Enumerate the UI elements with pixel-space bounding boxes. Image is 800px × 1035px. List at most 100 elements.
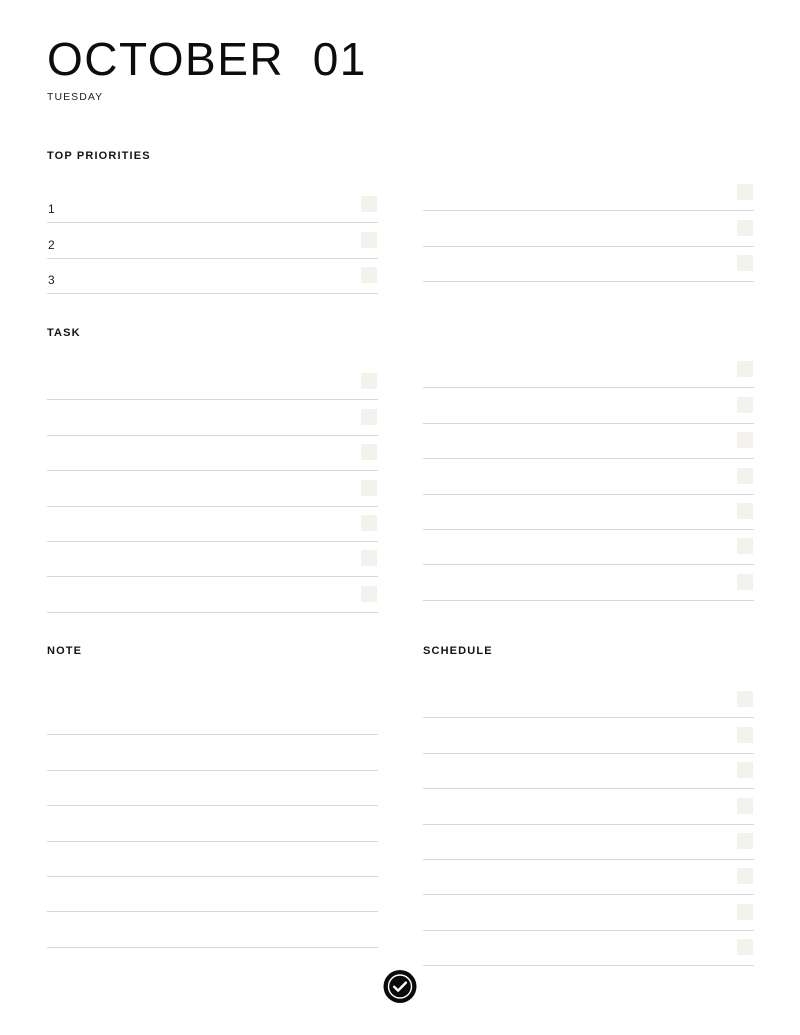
checkbox-icon[interactable] bbox=[737, 691, 753, 708]
task-row[interactable] bbox=[47, 400, 378, 436]
note-row-input[interactable] bbox=[49, 700, 376, 734]
task-row[interactable] bbox=[47, 542, 378, 578]
schedule-row-input[interactable] bbox=[437, 931, 714, 965]
note-row-input[interactable] bbox=[49, 806, 376, 840]
priority-row-input[interactable] bbox=[61, 259, 338, 293]
priority-row-input[interactable] bbox=[437, 176, 714, 210]
checkbox-icon[interactable] bbox=[361, 585, 377, 602]
checkbox-icon[interactable] bbox=[737, 903, 753, 920]
task-row[interactable] bbox=[423, 530, 754, 566]
task-row-input[interactable] bbox=[437, 388, 714, 422]
schedule-row[interactable] bbox=[423, 754, 754, 790]
checkbox-icon[interactable] bbox=[737, 467, 753, 484]
schedule-row-input[interactable] bbox=[437, 895, 714, 929]
task-row[interactable] bbox=[423, 353, 754, 389]
checkbox-icon[interactable] bbox=[737, 396, 753, 413]
schedule-row[interactable] bbox=[423, 931, 754, 967]
task-row[interactable] bbox=[47, 436, 378, 472]
checkbox-icon[interactable] bbox=[737, 868, 753, 885]
checkbox-icon[interactable] bbox=[737, 219, 753, 236]
checkbox-icon[interactable] bbox=[737, 573, 753, 590]
task-row-input[interactable] bbox=[437, 530, 714, 564]
task-row[interactable] bbox=[423, 565, 754, 601]
checkbox-icon[interactable] bbox=[737, 762, 753, 779]
task-row-input[interactable] bbox=[61, 365, 338, 399]
priority-row-input[interactable] bbox=[437, 247, 714, 281]
schedule-row[interactable] bbox=[423, 718, 754, 754]
schedule-row[interactable] bbox=[423, 789, 754, 825]
checkbox-icon[interactable] bbox=[737, 939, 753, 956]
schedule-row-input[interactable] bbox=[437, 860, 714, 894]
priority-row-input[interactable] bbox=[61, 223, 338, 257]
checkbox-icon[interactable] bbox=[737, 797, 753, 814]
task-row-input[interactable] bbox=[61, 436, 338, 470]
task-row[interactable] bbox=[47, 365, 378, 401]
note-row[interactable] bbox=[47, 735, 378, 771]
task-row-input[interactable] bbox=[437, 353, 714, 387]
schedule-row[interactable] bbox=[423, 860, 754, 896]
task-row[interactable] bbox=[423, 459, 754, 495]
note-row-input[interactable] bbox=[49, 771, 376, 805]
schedule-row[interactable] bbox=[423, 825, 754, 860]
checkbox-icon[interactable] bbox=[361, 408, 377, 425]
checkbox-icon[interactable] bbox=[361, 267, 377, 284]
checkbox-icon[interactable] bbox=[361, 479, 377, 496]
schedule-row-input[interactable] bbox=[437, 789, 714, 823]
task-row-input[interactable] bbox=[61, 542, 338, 576]
schedule-row-input[interactable] bbox=[437, 718, 714, 752]
task-row-input[interactable] bbox=[61, 400, 338, 434]
schedule-row-input[interactable] bbox=[437, 683, 714, 717]
priority-row[interactable]: 3 bbox=[47, 259, 378, 295]
task-row-input[interactable] bbox=[61, 471, 338, 505]
task-row[interactable] bbox=[47, 577, 378, 613]
task-row[interactable] bbox=[423, 388, 754, 424]
note-row[interactable] bbox=[47, 700, 378, 736]
note-rows bbox=[47, 700, 378, 948]
schedule-row-input[interactable] bbox=[437, 825, 714, 859]
schedule-row[interactable] bbox=[423, 683, 754, 719]
note-row-input[interactable] bbox=[49, 912, 376, 946]
task-row-input[interactable] bbox=[437, 459, 714, 493]
task-row-input[interactable] bbox=[437, 495, 714, 529]
checkbox-icon[interactable] bbox=[361, 231, 377, 248]
checkbox-icon[interactable] bbox=[737, 538, 753, 555]
checkbox-icon[interactable] bbox=[737, 502, 753, 519]
task-row-input[interactable] bbox=[61, 577, 338, 611]
checkbox-icon[interactable] bbox=[737, 184, 753, 201]
note-row-input[interactable] bbox=[49, 877, 376, 911]
priority-row[interactable]: 2 bbox=[47, 223, 378, 259]
checkbox-icon[interactable] bbox=[361, 514, 377, 531]
note-row-input[interactable] bbox=[49, 735, 376, 769]
checkbox-icon[interactable] bbox=[737, 432, 753, 449]
priority-row[interactable] bbox=[423, 176, 754, 212]
priority-row-number: 2 bbox=[48, 237, 55, 252]
task-row-input[interactable] bbox=[437, 565, 714, 599]
schedule-row-input[interactable] bbox=[437, 754, 714, 788]
checkbox-icon[interactable] bbox=[361, 444, 377, 461]
note-row[interactable] bbox=[47, 842, 378, 877]
note-row[interactable] bbox=[47, 771, 378, 807]
task-row[interactable] bbox=[47, 507, 378, 542]
priority-row-input[interactable] bbox=[61, 188, 338, 222]
task-row[interactable] bbox=[423, 495, 754, 530]
task-row-input[interactable] bbox=[61, 507, 338, 541]
checkbox-icon[interactable] bbox=[361, 373, 377, 390]
checkbox-icon[interactable] bbox=[361, 550, 377, 567]
task-row-input[interactable] bbox=[437, 424, 714, 458]
checkbox-icon[interactable] bbox=[361, 196, 377, 213]
task-row[interactable] bbox=[47, 471, 378, 507]
priority-row[interactable]: 1 bbox=[47, 188, 378, 224]
priority-row[interactable] bbox=[423, 247, 754, 283]
note-row[interactable] bbox=[47, 877, 378, 913]
note-row-input[interactable] bbox=[49, 842, 376, 876]
checkbox-icon[interactable] bbox=[737, 726, 753, 743]
note-row[interactable] bbox=[47, 806, 378, 842]
schedule-row[interactable] bbox=[423, 895, 754, 931]
priority-row-input[interactable] bbox=[437, 211, 714, 245]
note-row[interactable] bbox=[47, 912, 378, 948]
checkbox-icon[interactable] bbox=[737, 255, 753, 272]
checkbox-icon[interactable] bbox=[737, 361, 753, 378]
checkbox-icon[interactable] bbox=[737, 832, 753, 849]
task-row[interactable] bbox=[423, 424, 754, 460]
priority-row[interactable] bbox=[423, 211, 754, 247]
